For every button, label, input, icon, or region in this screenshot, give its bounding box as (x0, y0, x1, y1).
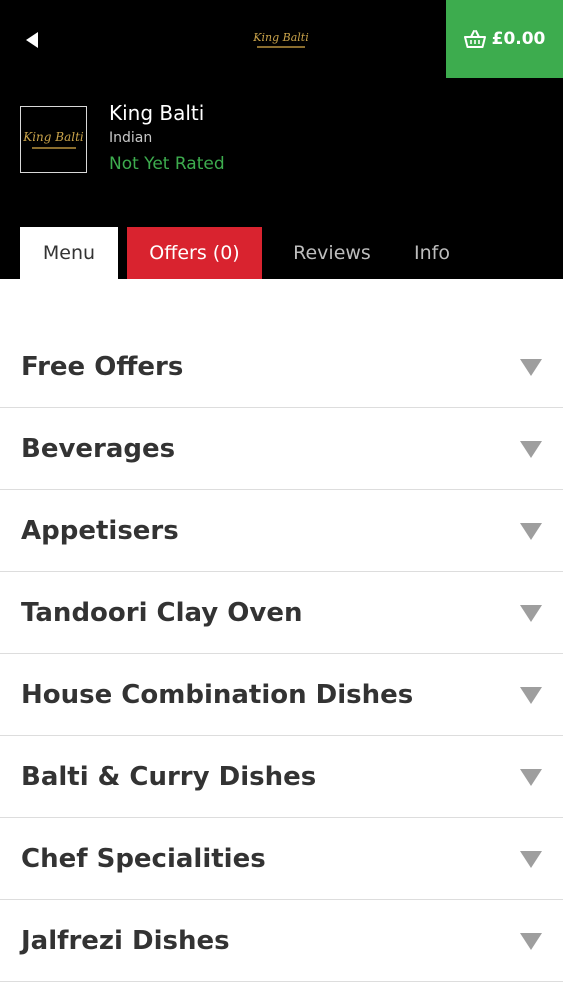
category-house-combination-dishes[interactable]: House Combination Dishes (0, 654, 563, 736)
header-logo-text: King Balti (253, 31, 309, 44)
category-label: Free Offers (21, 352, 184, 382)
category-balti-curry-dishes[interactable]: Balti & Curry Dishes (0, 736, 563, 818)
restaurant-name: King Balti (109, 101, 205, 125)
category-label: Appetisers (21, 516, 179, 546)
back-button[interactable] (14, 22, 50, 58)
restaurant-logo-text: King Balti (23, 129, 84, 144)
restaurant-logo-underline (31, 146, 76, 149)
basket-button[interactable]: £0.00 (446, 0, 563, 78)
category-label: Beverages (21, 434, 176, 464)
chevron-down-icon (520, 605, 542, 622)
chevron-down-icon (520, 687, 542, 704)
chevron-down-icon (520, 933, 542, 950)
tab-offers[interactable]: Offers (0) (127, 227, 262, 279)
tab-info[interactable]: Info (402, 227, 462, 279)
category-chef-specialities[interactable]: Chef Specialities (0, 818, 563, 900)
chevron-down-icon (520, 851, 542, 868)
chevron-down-icon (520, 769, 542, 786)
back-arrow-icon (26, 32, 38, 48)
category-free-offers[interactable]: Free Offers (0, 326, 563, 408)
chevron-down-icon (520, 441, 542, 458)
category-label: Balti & Curry Dishes (21, 762, 317, 792)
restaurant-tabs: Menu Offers (0) Reviews Info (20, 227, 462, 279)
tab-reviews[interactable]: Reviews (262, 227, 402, 279)
restaurant-rating: Not Yet Rated (109, 154, 225, 174)
header-logo-underline (257, 46, 305, 48)
chevron-down-icon (520, 523, 542, 540)
basket-total: £0.00 (491, 29, 546, 49)
menu-category-list: Free Offers Beverages Appetisers Tandoor… (0, 326, 563, 982)
tab-menu[interactable]: Menu (20, 227, 118, 279)
restaurant-logo: King Balti (20, 106, 87, 173)
chevron-down-icon (520, 359, 542, 376)
category-label: Chef Specialities (21, 844, 266, 874)
category-tandoori-clay-oven[interactable]: Tandoori Clay Oven (0, 572, 563, 654)
restaurant-cuisine: Indian (109, 130, 153, 146)
category-appetisers[interactable]: Appetisers (0, 490, 563, 572)
category-label: Tandoori Clay Oven (21, 598, 303, 628)
header-logo: King Balti (240, 26, 322, 54)
category-jalfrezi-dishes[interactable]: Jalfrezi Dishes (0, 900, 563, 982)
app-header: King Balti £0.00 King Balti King Balti I… (0, 0, 563, 279)
basket-icon (463, 30, 486, 48)
category-beverages[interactable]: Beverages (0, 408, 563, 490)
category-label: Jalfrezi Dishes (21, 926, 230, 956)
category-label: House Combination Dishes (21, 680, 414, 710)
